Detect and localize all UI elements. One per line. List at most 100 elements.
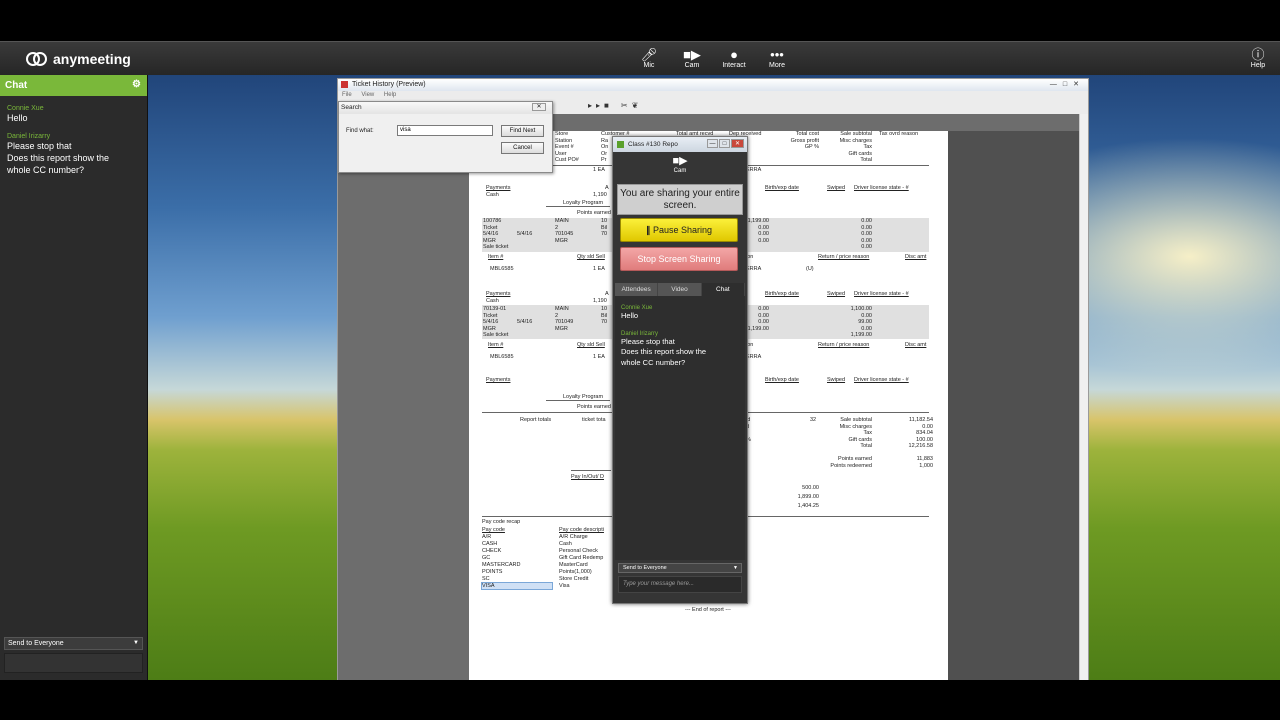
cell: Sale ticket (483, 332, 509, 338)
cell: Cash (559, 541, 572, 547)
hdr-store-col: Store Station Event # User Cust PO# (555, 131, 579, 164)
cell: CASH (482, 541, 498, 547)
send-to-select[interactable]: Send to Everyone ▼ (4, 637, 143, 650)
birth-label: Birth/exp date (765, 291, 799, 297)
chat-text: Does this report show the (7, 153, 110, 163)
stop-sharing-button[interactable]: Stop Screen Sharing (620, 247, 738, 271)
chat-text: Does this report show the (621, 347, 707, 356)
pause-sharing-button[interactable]: ∥ Pause Sharing (620, 218, 738, 242)
tab-chat[interactable]: Chat (701, 283, 745, 296)
row-text: A (605, 185, 609, 191)
screen: anymeeting 🎤︎ Mic ■▶ Cam ● Interact ••• … (0, 0, 1280, 720)
return-reason-label: Return / price reason (818, 342, 870, 348)
nav-tools[interactable]: ▸▸■ ✂❦ (588, 101, 642, 110)
cam-button[interactable]: ■▶ Cam (672, 47, 712, 69)
payinout-label: Pay In/Out/ D (571, 474, 605, 480)
cell: Visa (559, 583, 570, 589)
paycode-list: A/R CASH CHECK GC MASTERCARD POINTS SC V… (482, 534, 521, 590)
share-panel-title: Class #130 Repo (628, 141, 678, 148)
divider (546, 206, 610, 207)
payments-label: Payments (486, 291, 511, 297)
screen-share-panel: Class #130 Repo — □ ✕ ■▶ Cam You are sha… (612, 136, 748, 604)
brand-logo[interactable]: anymeeting (26, 51, 131, 67)
cell: 10 (601, 306, 608, 312)
close-icon[interactable]: ✕ (532, 103, 546, 111)
ticket-col3: 10 Bil 70 (601, 306, 607, 326)
cell: Sale ticket (483, 244, 509, 250)
cell: 1,404.25 (797, 503, 819, 509)
help-icon: ⓘ (1251, 47, 1265, 62)
row-text: ERRA (746, 354, 762, 360)
cell: Gift Card Redemp (559, 555, 604, 561)
tab-attendees[interactable]: Attendees (615, 283, 659, 296)
disc-label: Disc amt (905, 342, 927, 348)
hdr-cost-col: Total cost Gross profit GP % (777, 131, 819, 151)
find-what-input[interactable]: visa (397, 125, 493, 136)
chat-message: Daniel Irizarry Please stop that Does th… (615, 331, 745, 369)
minimize-icon[interactable]: — (707, 139, 718, 148)
hdr-total: Total (860, 157, 872, 163)
more-button[interactable]: ••• More (757, 47, 797, 69)
amount: 1,190 (593, 192, 607, 198)
end-of-report: --- End of report --- (685, 607, 731, 613)
window-controls: — □ ✕ (707, 139, 744, 148)
chat-message-input[interactable] (4, 653, 143, 673)
mic-button[interactable]: 🎤︎ Mic (629, 47, 669, 69)
ticket-window-titlebar[interactable]: Ticket History (Preview) —□✕ (338, 79, 1088, 91)
swiped-label: Swiped (827, 291, 846, 297)
find-next-button[interactable]: Find Next (501, 125, 544, 137)
share-panel-titlebar[interactable]: Class #130 Repo — □ ✕ (613, 137, 747, 152)
menu-help[interactable]: Help (384, 92, 396, 98)
share-tabs: Attendees Video Chat (615, 283, 745, 296)
share-cam-button[interactable]: ■▶ Cam (613, 154, 747, 182)
cancel-button[interactable]: Cancel (501, 142, 544, 154)
window-controls[interactable]: —□✕ (1050, 80, 1085, 88)
divider (546, 400, 610, 401)
interact-button[interactable]: ● Interact (714, 47, 754, 69)
amount: 1,190 (593, 298, 607, 304)
chat-header: Chat ⚙ (0, 75, 147, 96)
chat-title: Chat (5, 80, 28, 91)
cell: 12,216.58 (908, 443, 933, 449)
camera-icon: ■▶ (672, 155, 688, 167)
cell: VISA (482, 583, 495, 589)
tab-video[interactable]: Video (658, 283, 702, 296)
app-icon (617, 141, 624, 148)
vertical-scrollbar[interactable] (1079, 114, 1088, 680)
hdr-sale-col: Sale subtotal Misc charges Tax Gift card… (824, 131, 872, 164)
qty-each: 1 EA (593, 167, 605, 173)
chat-text: Hello (621, 311, 639, 320)
ticket-vals2: 0.00 0.00 0.00 0.00 0.00 (834, 218, 872, 251)
cell: 701045 (555, 231, 574, 237)
paycode-recap-title: Pay code recap (482, 519, 521, 525)
points-values: 11,883 1,000 (889, 456, 933, 469)
share-chat-log: Connie Xue Hello Daniel Irizarry Please … (615, 296, 745, 560)
return-reason-label: Return / price reason (818, 254, 870, 260)
ticket-totals-label: ticket tota (582, 417, 606, 423)
ticket-col2: MAIN 2 701045 MGR (555, 218, 573, 244)
cell: 1,000 (919, 462, 933, 469)
cell: 70 (601, 319, 608, 325)
share-message-input[interactable]: Type your message here... (618, 576, 742, 593)
cell: A/R Charge (559, 534, 588, 540)
menu-view[interactable]: View (361, 92, 374, 98)
cam-label: Cam (684, 62, 700, 69)
chat-panel: Chat ⚙ Connie Xue Hello Daniel Irizarry … (0, 75, 148, 680)
divider (571, 470, 611, 471)
hdr-gp: GP % (804, 144, 819, 150)
menu-file[interactable]: File (342, 92, 352, 98)
share-send-to-select[interactable]: Send to Everyone ▼ (618, 563, 742, 573)
help-button[interactable]: ⓘ Help (1238, 47, 1278, 69)
find-dialog-titlebar[interactable]: Search ✕ (339, 102, 552, 114)
close-icon[interactable]: ✕ (731, 139, 744, 148)
payments-label: Payments (486, 377, 511, 383)
swiped-label: Swiped (827, 377, 846, 383)
maximize-icon[interactable]: □ (719, 139, 730, 148)
driver-label: Driver license state - # (854, 291, 909, 297)
side-shade (948, 131, 1080, 680)
chat-settings-icon[interactable]: ⚙ (132, 79, 141, 90)
mic-muted-icon: 🎤︎ (640, 47, 658, 62)
cell: 70 (601, 231, 608, 237)
cell: GC (482, 555, 491, 561)
interact-label: Interact (722, 62, 746, 69)
